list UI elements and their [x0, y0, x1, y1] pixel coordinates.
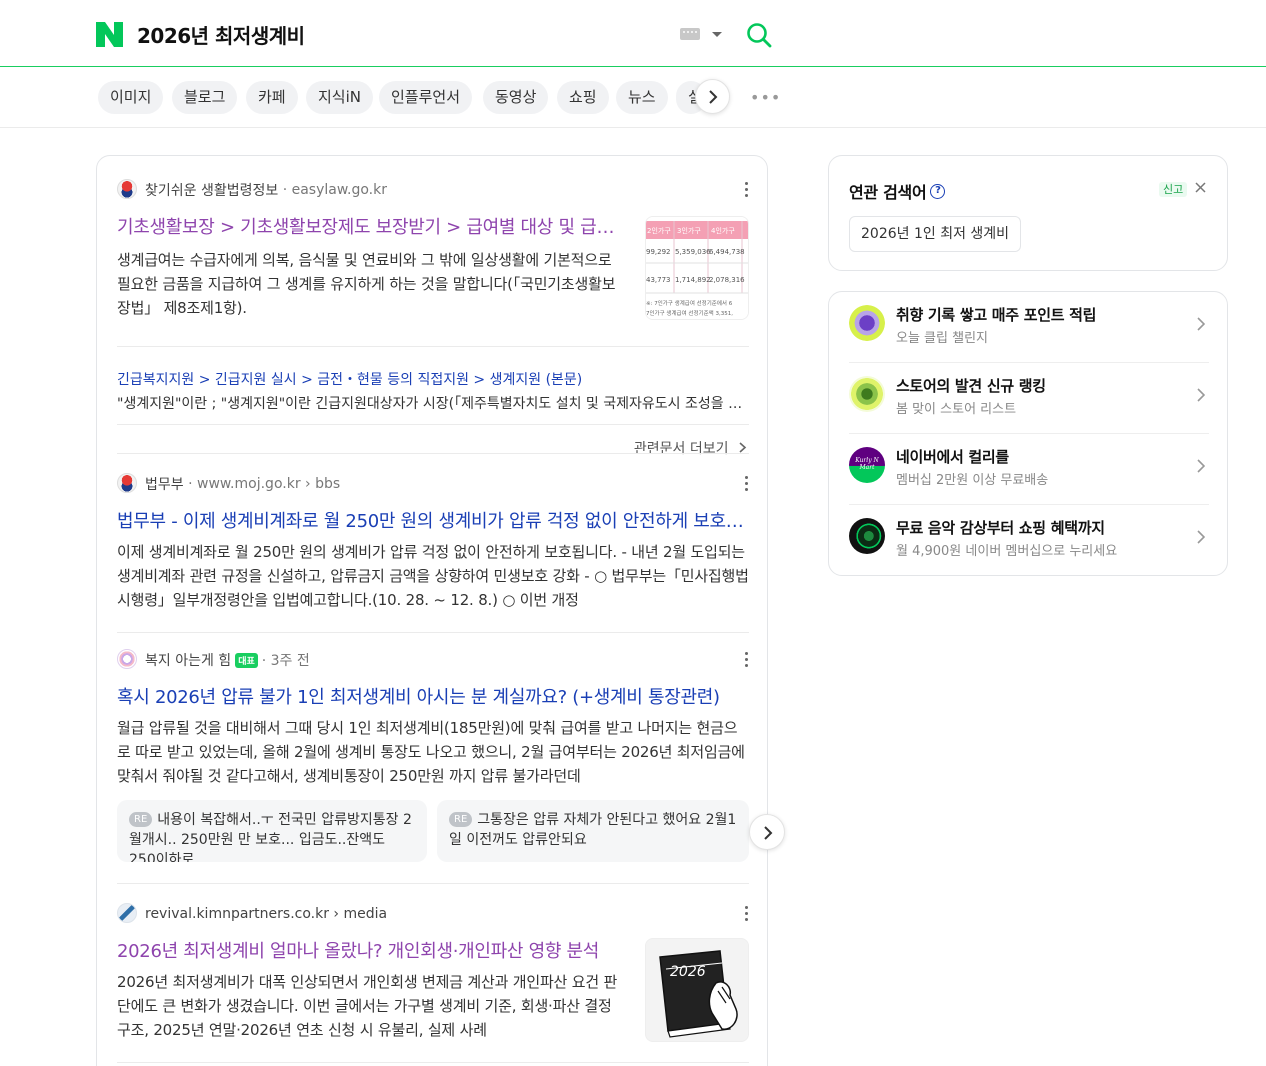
result-desc: 생계급여는 수급자에게 의복, 음식물 및 연료비와 그 밖에 일상생활에 기본… [117, 251, 616, 317]
result-desc: 월급 압류될 것을 대비해서 그때 당시 1인 최저생계비(185만원)에 맞춰… [117, 719, 745, 785]
tab-images[interactable]: 이미지 [98, 81, 164, 114]
search-result-blog: 복지 아는게 힘 대표 · 3주 전 혹시 2026년 압류 불가 1인 최저생계비… [117, 649, 749, 870]
store-ranking-image [849, 376, 885, 412]
thumb-header-3: 4인가구 [711, 226, 735, 235]
korea-gov-icon [117, 473, 137, 493]
result-thumbnail[interactable]: 2인가구 3인가구 4인가구 99,292 5,359,036 6,494,73… [645, 216, 749, 320]
representative-badge: 대표 [235, 652, 258, 668]
music-membership-image [849, 518, 885, 554]
thumb-cell: 6,494,738 [709, 248, 745, 256]
reply-card[interactable]: RE 그통장은 압류 자체가 안된다고 했어요 2월1일 이전꺼도 압류안되요 [437, 800, 749, 862]
result-options-icon[interactable] [745, 476, 749, 492]
related-chip[interactable]: 2026년 1인 최저 생계비 [849, 216, 1022, 252]
korea-gov-icon [117, 179, 137, 199]
tab-influencer[interactable]: 인플루언서 [379, 81, 473, 114]
calendar-book-image: 2026 [646, 939, 748, 1041]
result-options-icon[interactable] [745, 652, 749, 668]
result-source[interactable]: 찾기쉬운 생활법령정보 · easylaw.go.kr [117, 179, 387, 202]
chevron-right-icon [739, 442, 747, 453]
help-icon[interactable]: ? [930, 184, 946, 199]
related-searches-panel: 연관 검색어? 신고 2026년 1인 최저 생계비 [828, 155, 1228, 271]
divider [117, 424, 749, 425]
thumb-cell: 2,078,316 [709, 276, 745, 284]
result-options-icon[interactable] [745, 182, 749, 198]
divider [117, 346, 749, 347]
search-icon[interactable] [746, 22, 772, 48]
tab-video[interactable]: 동영상 [483, 81, 549, 114]
tabs-next-button[interactable] [695, 79, 730, 114]
close-icon[interactable] [1195, 182, 1206, 193]
blog-avatar-icon [117, 649, 137, 669]
chevron-down-icon[interactable] [712, 32, 722, 37]
search-header: 2026년 최저생계비 [0, 0, 1266, 67]
thumb-note: ※: 7인가구 생계급여 선정기준에서 6 [646, 299, 733, 307]
chevron-right-icon [709, 90, 718, 104]
chevron-right-icon [1197, 388, 1205, 402]
thumb-header-1: 2인가구 [647, 226, 671, 235]
result-source[interactable]: 복지 아는게 힘 대표 · 3주 전 [117, 649, 310, 672]
naver-logo-icon[interactable] [96, 22, 123, 47]
search-result-kimn: revival.kimnpartners.co.kr › media 2026년… [117, 903, 749, 1044]
thumb-cell: 99,292 [646, 248, 671, 256]
promo-item[interactable]: 무료 음악 감상부터 쇼핑 혜택까지 월 4,900원 네이버 멤버십으로 누리… [849, 505, 1209, 576]
result-title[interactable]: 법무부 - 이제 생계비계좌로 월 250만 원의 생계비가 압류 걱정 없이 … [117, 510, 749, 534]
search-query[interactable]: 2026년 최저생계비 [137, 20, 305, 49]
sublink-path[interactable]: 긴급복지지원 > 긴급지원 실시 > 금전・현물 등의 직접지원 > 생계지원 … [117, 369, 582, 389]
tab-shopping[interactable]: 쇼핑 [557, 81, 609, 114]
result-source[interactable]: revival.kimnpartners.co.kr › media [117, 903, 387, 926]
search-tabs: 이미지 블로그 카페 지식iN 인플루언서 동영상 쇼핑 뉴스 실 ••• [0, 67, 1266, 128]
thumb-header-2: 3인가구 [677, 226, 701, 235]
site-logo-icon [117, 903, 137, 923]
thumb-year: 2026 [670, 964, 706, 980]
sublink-desc: "생계지원"이란 ; "생계지원"이란 긴급지원대상자가 시장(「제주특별자치도… [117, 396, 749, 412]
clip-challenge-image [849, 305, 885, 341]
reply-badge: RE [449, 811, 473, 827]
search-result-easylaw: 찾기쉬운 생활법령정보 · easylaw.go.kr 기초생활보장 > 기초생… [117, 179, 749, 457]
tab-news[interactable]: 뉴스 [616, 81, 668, 114]
promo-item[interactable]: 스토어의 발견 신규 랭킹 봄 맞이 스토어 리스트 [849, 363, 1209, 434]
result-thumbnail[interactable]: 2026 [645, 938, 749, 1042]
tab-blog[interactable]: 블로그 [172, 81, 238, 114]
keyboard-icon[interactable] [680, 28, 700, 40]
related-title: 연관 검색어? [849, 179, 946, 203]
result-title[interactable]: 혹시 2026년 압류 불가 1인 최저생계비 아시는 분 계실까요? (+생계… [117, 686, 749, 710]
reply-badge: RE [129, 811, 153, 827]
promo-item[interactable]: 취향 기록 쌓고 매주 포인트 적립 오늘 클립 챌린지 [849, 292, 1209, 363]
report-button[interactable]: 신고 [1159, 182, 1188, 197]
web-results-card: 찾기쉬운 생활법령정보 · easylaw.go.kr 기초생활보장 > 기초생… [96, 155, 785, 1066]
thumb-cell: 43,773 [646, 276, 671, 284]
more-docs-link[interactable]: 관련문서 더보기 [634, 438, 747, 458]
promo-item[interactable]: Kurly N Mart 네이버에서 컬리를 멤버십 2만원 이상 무료배송 [849, 434, 1209, 505]
replies-next-button[interactable] [749, 814, 785, 850]
divider [117, 1062, 749, 1063]
divider [117, 453, 749, 454]
divider [117, 632, 749, 633]
tab-kin[interactable]: 지식iN [306, 81, 373, 114]
reply-card[interactable]: RE 내용이 복잡해서..ㅜ 전국민 압류방지통장 2월개시.. 250만원 만 … [117, 800, 427, 862]
result-desc: 이제 생계비계좌로 월 250만 원의 생계비가 압류 걱정 없이 안전하게 보… [117, 543, 749, 609]
table-thumbnail-image: 2인가구 3인가구 4인가구 99,292 5,359,036 6,494,73… [646, 217, 748, 319]
chevron-right-icon [1197, 459, 1205, 473]
tab-cafe[interactable]: 카페 [246, 81, 298, 114]
result-source[interactable]: 법무부 · www.moj.go.kr › bbs [117, 473, 340, 496]
promo-panel: 취향 기록 쌓고 매주 포인트 적립 오늘 클립 챌린지 스토어의 발견 신규 … [828, 291, 1228, 576]
kurly-logo-image: Kurly N Mart [849, 447, 885, 483]
result-title[interactable]: 기초생활보장 > 기초생활보장제도 보장받기 > 급여별 대상 및 급여 내용 [117, 216, 627, 240]
result-options-icon[interactable] [745, 906, 749, 922]
more-menu-icon[interactable]: ••• [750, 90, 781, 106]
divider [117, 883, 749, 884]
result-desc: 2026년 최저생계비가 대폭 인상되면서 개인회생 변제금 계산과 개인파산 … [117, 973, 618, 1039]
thumb-cell: 1,714,892 [675, 276, 711, 284]
chevron-right-icon [1197, 317, 1205, 331]
chevron-right-icon [764, 826, 773, 840]
chevron-right-icon [1197, 530, 1205, 544]
thumb-cell: 5,359,036 [675, 248, 711, 256]
search-result-moj: 법무부 · www.moj.go.kr › bbs 법무부 - 이제 생계비계좌… [117, 473, 749, 614]
thumb-note: 7인가구 생계급여 선정기준액 3,351, [646, 309, 733, 317]
result-title[interactable]: 2026년 최저생계비 얼마나 올랐나? 개인회생·개인파산 영향 분석 [117, 940, 627, 964]
